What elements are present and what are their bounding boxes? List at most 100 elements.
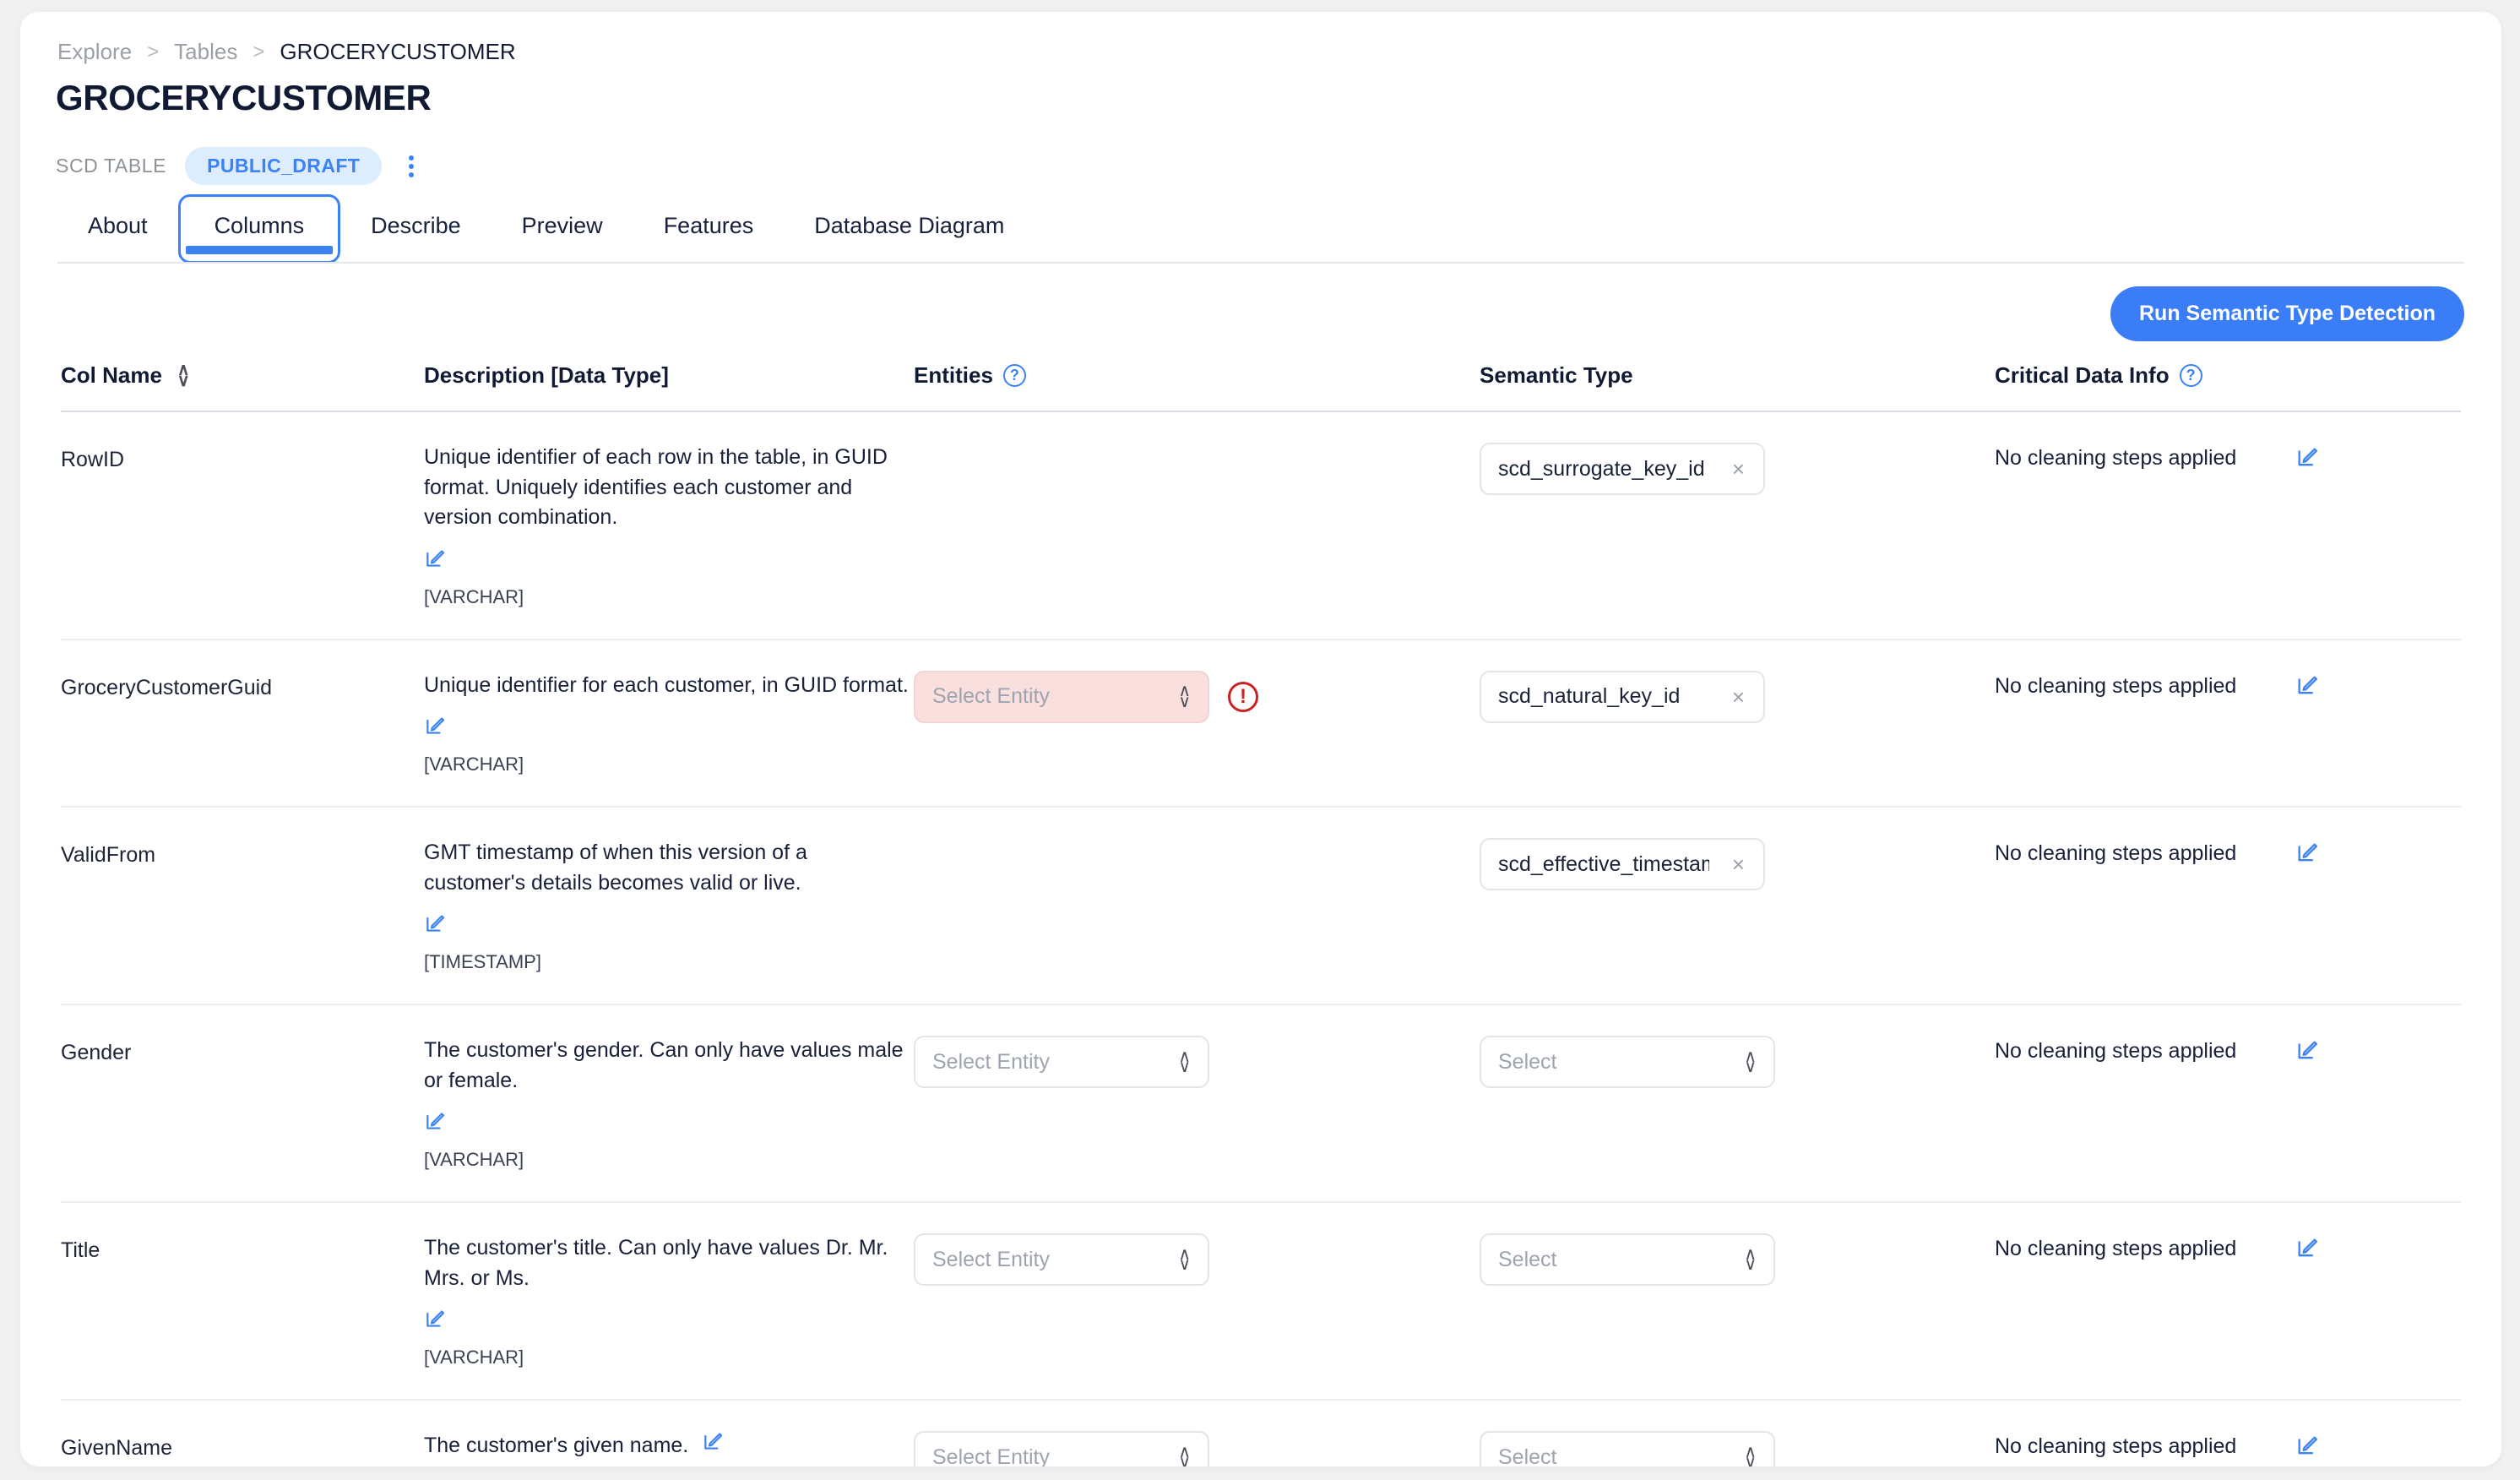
- edit-description-icon[interactable]: [702, 1431, 724, 1453]
- cell-semantic-type: scd_natural_key_id ×: [1480, 670, 1995, 723]
- breadcrumb-item-explore[interactable]: Explore: [57, 39, 132, 65]
- cell-col-name: GroceryCustomerGuid: [61, 671, 424, 700]
- breadcrumb-item-tables[interactable]: Tables: [174, 39, 237, 65]
- select-chevron-icon: ∧ ∨: [1744, 1443, 1757, 1466]
- critical-data-info-text: No cleaning steps applied: [1995, 446, 2237, 470]
- critical-data-info-text: No cleaning steps applied: [1995, 1039, 2237, 1063]
- help-icon[interactable]: ?: [2179, 364, 2202, 387]
- description-text: The customer's title. Can only have valu…: [424, 1236, 888, 1290]
- clear-semantic-type-icon[interactable]: ×: [1732, 853, 1745, 875]
- chevron-down-icon: ∨: [1178, 1453, 1191, 1466]
- cell-description: GMT timestamp of when this version of a …: [424, 838, 914, 973]
- data-type-text: [VARCHAR]: [424, 585, 524, 607]
- tab-columns[interactable]: Columns: [177, 194, 341, 264]
- tab-active-indicator: [185, 246, 334, 254]
- tab-features[interactable]: Features: [633, 194, 785, 264]
- semantic-type-select[interactable]: Select ∧ ∨: [1480, 1431, 1775, 1466]
- run-semantic-type-detection-button[interactable]: Run Semantic Type Detection: [2110, 286, 2464, 341]
- cell-critical-data-info: No cleaning steps applied: [1995, 838, 2461, 866]
- semantic-type-select[interactable]: Select ∧ ∨: [1480, 1036, 1775, 1088]
- data-type-text: [VARCHAR]: [424, 754, 524, 775]
- status-badge[interactable]: PUBLIC_DRAFT: [185, 147, 383, 185]
- semantic-type-value: Select: [1498, 1049, 1557, 1074]
- tab-about[interactable]: About: [57, 194, 178, 264]
- edit-description-icon[interactable]: [424, 548, 446, 570]
- select-chevron-icon: ∧ ∨: [1178, 1245, 1191, 1273]
- columns-table: Col Name ∧ ∨ Description [Data Type] Ent…: [61, 362, 2461, 1466]
- tab-label: Database Diagram: [814, 213, 1005, 238]
- cell-description: The customer's given name.[VARCHAR]: [424, 1431, 914, 1466]
- table-header-row: Col Name ∧ ∨ Description [Data Type] Ent…: [61, 362, 2461, 412]
- description-text: The customer's gender. Can only have val…: [424, 1038, 904, 1092]
- help-icon[interactable]: ?: [1002, 364, 1026, 387]
- tab-database-diagram[interactable]: Database Diagram: [784, 194, 1035, 264]
- data-type-text: [TIMESTAMP]: [424, 951, 541, 972]
- clear-semantic-type-icon[interactable]: ×: [1732, 686, 1745, 708]
- table-body: RowID Unique identifier of each row in th…: [61, 412, 2461, 1466]
- edit-critical-data-info-icon[interactable]: [2295, 1039, 2319, 1063]
- edit-critical-data-info-icon[interactable]: [2295, 1237, 2319, 1260]
- chevron-down-icon: ∨: [1178, 1058, 1191, 1076]
- col-name-text: Title: [61, 1238, 100, 1262]
- cell-col-name: RowID: [61, 443, 424, 472]
- column-header-label: Entities: [914, 362, 993, 388]
- semantic-type-value: scd_natural_key_id: [1498, 684, 1681, 708]
- edit-description-icon[interactable]: [424, 913, 446, 935]
- semantic-type-value: scd_effective_timestamp: [1498, 852, 1709, 876]
- tab-label: Features: [663, 213, 754, 238]
- critical-data-info-text: No cleaning steps applied: [1995, 1434, 2237, 1458]
- error-icon[interactable]: !: [1228, 681, 1258, 712]
- col-name-text: GivenName: [61, 1436, 172, 1460]
- tab-divider: [57, 262, 2464, 264]
- cell-description: The customer's gender. Can only have val…: [424, 1036, 914, 1171]
- entity-select[interactable]: Select Entity ∧ ∨: [914, 1233, 1209, 1286]
- cell-entities: Select Entity ∧ ∨!: [914, 670, 1480, 723]
- cell-entities: Select Entity ∧ ∨: [914, 1036, 1480, 1088]
- tab-label: Preview: [521, 213, 603, 238]
- tab-label: About: [88, 213, 148, 238]
- col-name-text: GroceryCustomerGuid: [61, 675, 273, 699]
- edit-critical-data-info-icon[interactable]: [2295, 446, 2319, 470]
- entity-select[interactable]: Select Entity ∧ ∨: [914, 1431, 1209, 1466]
- edit-description-icon[interactable]: [424, 1309, 446, 1330]
- edit-description-icon[interactable]: [424, 1111, 446, 1133]
- table-row: Title The customer's title. Can only have…: [61, 1203, 2461, 1401]
- semantic-type-select[interactable]: Select ∧ ∨: [1480, 1233, 1775, 1286]
- semantic-type-chip[interactable]: scd_effective_timestamp ×: [1480, 838, 1765, 890]
- select-chevron-icon: ∧ ∨: [1178, 683, 1191, 710]
- edit-critical-data-info-icon[interactable]: [2295, 674, 2319, 698]
- cell-critical-data-info: No cleaning steps applied: [1995, 443, 2461, 471]
- entity-select[interactable]: Select Entity ∧ ∨: [914, 670, 1209, 723]
- column-header-label: Col Name: [61, 362, 162, 388]
- cell-entities: Select Entity ∧ ∨: [914, 1233, 1480, 1286]
- edit-critical-data-info-icon[interactable]: [2295, 1434, 2319, 1458]
- breadcrumb-item-current: GROCERYCUSTOMER: [280, 39, 516, 64]
- page-title: GROCERYCUSTOMER: [56, 78, 432, 117]
- semantic-type-chip[interactable]: scd_natural_key_id ×: [1480, 670, 1765, 723]
- sort-icon[interactable]: ∧ ∨: [177, 362, 190, 389]
- cell-semantic-type: Select ∧ ∨: [1480, 1036, 1995, 1088]
- column-header-semantic-type: Semantic Type: [1480, 362, 1995, 389]
- more-options-icon[interactable]: [400, 150, 422, 182]
- chevron-down-icon: ∨: [1744, 1255, 1757, 1274]
- column-header-description: Description [Data Type]: [424, 362, 914, 389]
- cell-critical-data-info: No cleaning steps applied: [1995, 1431, 2461, 1459]
- cell-semantic-type: scd_effective_timestamp ×: [1480, 838, 1995, 890]
- select-chevron-icon: ∧ ∨: [1178, 1047, 1191, 1076]
- cell-critical-data-info: No cleaning steps applied: [1995, 1036, 2461, 1064]
- description-text: Unique identifier of each row in the tab…: [424, 445, 888, 529]
- description-text: The customer's given name.: [424, 1434, 689, 1457]
- cell-semantic-type: scd_surrogate_key_id ×: [1480, 443, 1995, 495]
- col-name-text: Gender: [61, 1041, 132, 1064]
- entity-select[interactable]: Select Entity ∧ ∨: [914, 1036, 1209, 1088]
- table-row: RowID Unique identifier of each row in th…: [61, 412, 2461, 640]
- edit-description-icon[interactable]: [424, 716, 446, 737]
- critical-data-info-text: No cleaning steps applied: [1995, 1237, 2237, 1260]
- semantic-type-chip[interactable]: scd_surrogate_key_id ×: [1480, 443, 1765, 495]
- entity-select-value: Select Entity: [932, 1247, 1050, 1271]
- clear-semantic-type-icon[interactable]: ×: [1732, 458, 1745, 480]
- edit-critical-data-info-icon[interactable]: [2295, 841, 2319, 865]
- tab-describe[interactable]: Describe: [340, 194, 492, 264]
- select-chevron-icon: ∧ ∨: [1744, 1047, 1757, 1075]
- tab-preview[interactable]: Preview: [492, 194, 633, 264]
